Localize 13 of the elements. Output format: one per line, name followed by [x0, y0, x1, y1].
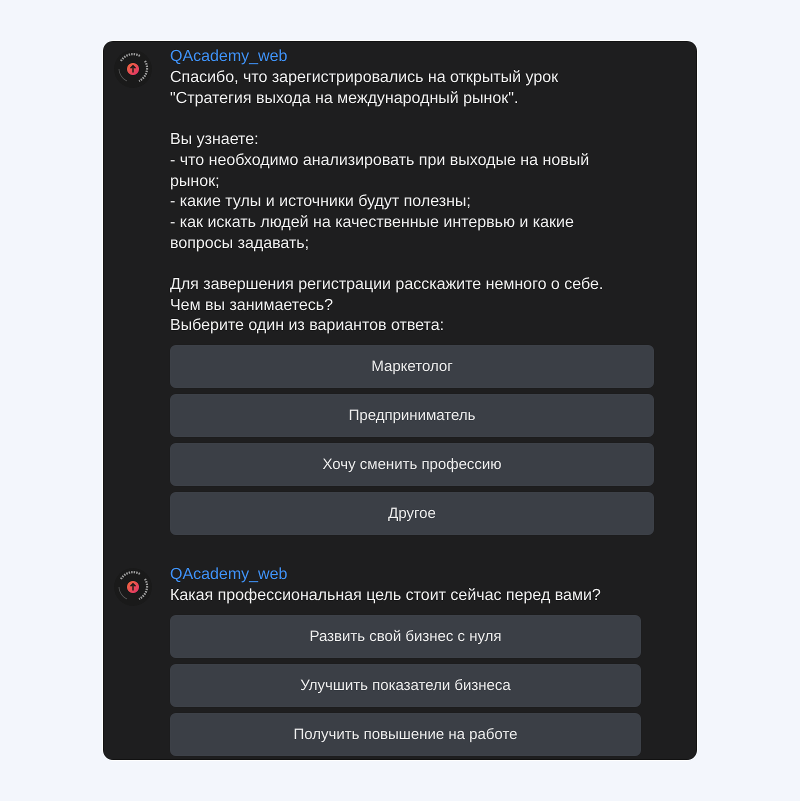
answer-button[interactable]: Улучшить показатели бизнеса	[170, 664, 641, 707]
answer-button[interactable]: Хочу сменить профессию	[170, 443, 654, 486]
sender-name[interactable]: QAcademy_web	[170, 47, 654, 67]
academy-logo-icon	[113, 49, 153, 89]
answer-button[interactable]: Получить повышение на работе	[170, 712, 641, 756]
answer-button[interactable]: Развить свой бизнес с нуля	[170, 614, 641, 658]
answer-button[interactable]: Маркетолог	[170, 345, 654, 388]
message-text: Какая профессиональная цель стоит сейчас перед вами?	[170, 586, 602, 606]
answer-button[interactable]: Предприниматель	[170, 394, 654, 438]
sender-name[interactable]: QAcademy_web	[170, 565, 641, 586]
academy-logo-icon	[113, 567, 153, 608]
answer-button[interactable]: Другое	[170, 492, 654, 536]
message-text: Спасибо, что зарегистрировались на открытый урок "Стратегия выхода на международный рынок". Вы узнаете: - что необходимо анализировать при выходые на новый рынок; - какие тулы и источники будут полезны; - как искать людей на качественные интервью и какие вопросы задавать; Для завершения регистрации расскажите немного о себе. Чем вы занимаетесь? Выберите один из вариантов ответа:	[170, 68, 604, 336]
